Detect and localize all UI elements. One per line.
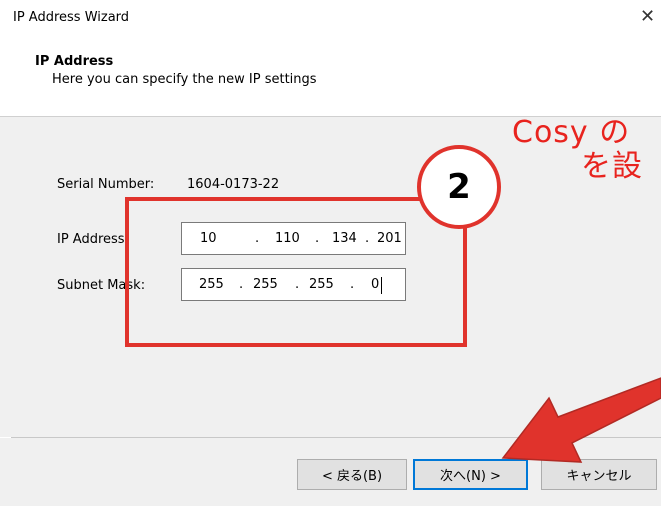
ip-address-field[interactable]: 10 . 110 . 134 . 201 <box>181 222 406 255</box>
step-number: 2 <box>447 167 471 207</box>
text-caret <box>381 277 382 294</box>
ip-address-label: IP Address: <box>57 232 129 247</box>
step-number-badge: 2 <box>417 145 501 229</box>
mask-octet-2[interactable]: 255 <box>253 277 278 292</box>
next-button[interactable]: 次へ(N) > <box>413 459 528 490</box>
mask-octet-3[interactable]: 255 <box>309 277 334 292</box>
subnet-mask-field[interactable]: 255 . 255 . 255 . 0 <box>181 268 406 301</box>
title-bar: IP Address Wizard ✕ <box>0 0 661 40</box>
ip-dot: . <box>365 231 370 246</box>
ip-octet-1[interactable]: 10 <box>200 231 217 246</box>
serial-number-label: Serial Number: <box>57 177 155 192</box>
mask-octet-4[interactable]: 0 <box>371 277 379 292</box>
window-title: IP Address Wizard <box>13 10 130 25</box>
page-subtitle: Here you can specify the new IP settings <box>52 72 317 87</box>
close-icon[interactable]: ✕ <box>640 6 655 27</box>
mask-dot: . <box>239 277 244 292</box>
ip-dot: . <box>255 231 260 246</box>
ip-octet-4[interactable]: 201 <box>377 231 402 246</box>
cancel-button[interactable]: キャンセル <box>541 459 657 490</box>
ip-octet-2[interactable]: 110 <box>275 231 300 246</box>
ip-octet-3[interactable]: 134 <box>332 231 357 246</box>
mask-dot: . <box>295 277 300 292</box>
annotation-text-line2: を設 <box>581 149 643 184</box>
ip-dot: . <box>315 231 320 246</box>
back-button[interactable]: < 戻る(B) <box>297 459 407 490</box>
mask-octet-1[interactable]: 255 <box>199 277 224 292</box>
serial-number-value: 1604-0173-22 <box>187 177 280 192</box>
subnet-mask-label: Subnet Mask: <box>57 278 146 293</box>
mask-dot: . <box>350 277 355 292</box>
page-title: IP Address <box>35 54 114 69</box>
